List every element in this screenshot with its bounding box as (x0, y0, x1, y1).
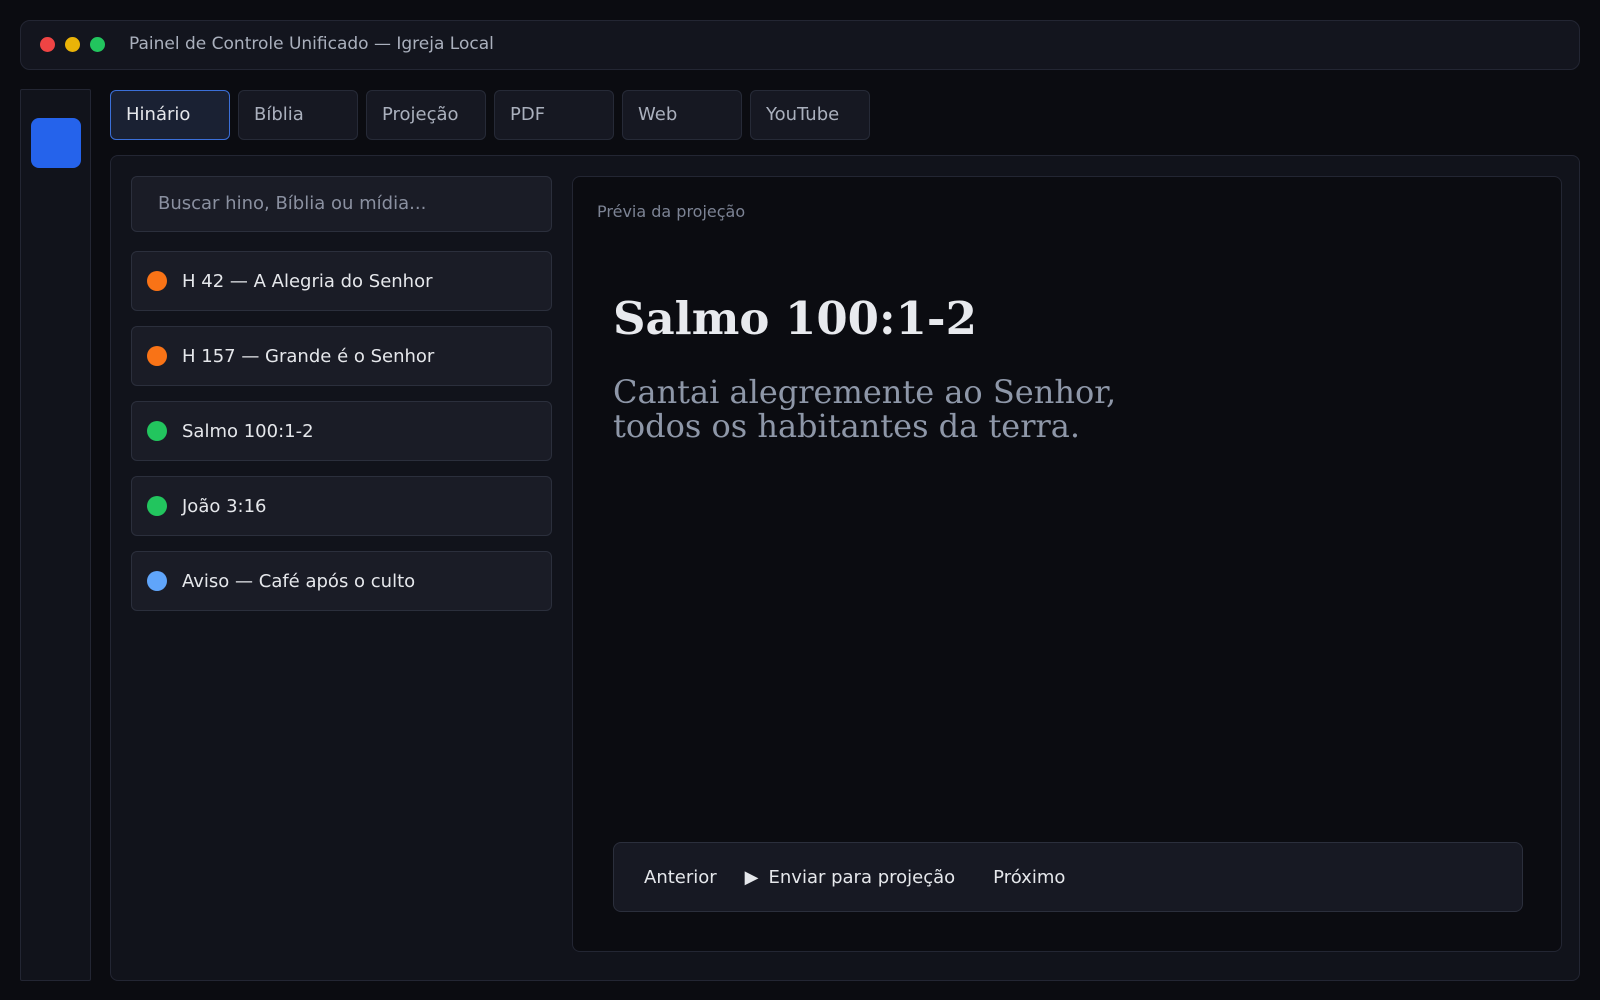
verse-title: Salmo 100:1-2 (613, 292, 977, 345)
sidebar-item-youtube[interactable] (31, 468, 81, 518)
playlist-item[interactable]: H 157 — Grande é o Senhor (131, 326, 552, 386)
playlist-item[interactable]: Aviso — Café após o culto (131, 551, 552, 611)
playlist-item[interactable]: João 3:16 (131, 476, 552, 536)
sidebar-item-projection[interactable] (31, 258, 81, 308)
sidebar-item-web[interactable] (31, 398, 81, 448)
playlist-item[interactable]: Salmo 100:1-2 (131, 401, 552, 461)
minimize-window-button[interactable] (65, 37, 80, 52)
status-dot (147, 571, 167, 591)
search-input[interactable]: Buscar hino, Bíblia ou mídia... (131, 176, 552, 232)
play-icon: ▶ (744, 866, 759, 888)
tab-biblia[interactable]: Bíblia (238, 90, 358, 140)
sidebar (20, 89, 91, 981)
tab-hinario[interactable]: Hinário (110, 90, 230, 140)
tab-projecao[interactable]: Projeção (366, 90, 486, 140)
close-window-button[interactable] (40, 37, 55, 52)
search-placeholder: Buscar hino, Bíblia ou mídia... (158, 193, 427, 214)
window-title: Painel de Controle Unificado — Igreja Lo… (129, 34, 494, 54)
preview-label: Prévia da projeção (597, 202, 746, 221)
tab-web[interactable]: Web (622, 90, 742, 140)
sidebar-item-hymnal[interactable] (31, 118, 81, 168)
status-dot (147, 421, 167, 441)
next-button[interactable]: Próximo (983, 867, 1065, 888)
projection-controls: Anterior ▶ Enviar para projeção Próximo (613, 842, 1523, 912)
projection-preview: Prévia da projeção Salmo 100:1-2 Cantai … (572, 176, 1562, 952)
send-to-projection-button[interactable]: ▶ Enviar para projeção (745, 867, 956, 888)
verse-line: todos os habitantes da terra. (613, 407, 1081, 445)
playlist-item-label: João 3:16 (182, 495, 267, 517)
tab-youtube[interactable]: YouTube (750, 90, 870, 140)
playlist-item-label: H 157 — Grande é o Senhor (182, 345, 435, 367)
send-label: Enviar para projeção (768, 866, 956, 888)
status-dot (147, 271, 167, 291)
playlist-item[interactable]: H 42 — A Alegria do Senhor (131, 251, 552, 311)
status-dot (147, 496, 167, 516)
previous-button[interactable]: Anterior (634, 867, 717, 888)
verse-line: Cantai alegremente ao Senhor, (613, 373, 1117, 411)
playlist-item-label: H 42 — A Alegria do Senhor (182, 270, 433, 292)
sidebar-item-bible[interactable] (31, 188, 81, 238)
previous-label: Anterior (644, 866, 717, 888)
main-panel: Buscar hino, Bíblia ou mídia... H 42 — A… (110, 155, 1580, 981)
next-label: Próximo (993, 866, 1066, 888)
sidebar-item-pdf[interactable] (31, 328, 81, 378)
tab-pdf[interactable]: PDF (494, 90, 614, 140)
maximize-window-button[interactable] (90, 37, 105, 52)
playlist-item-label: Salmo 100:1-2 (182, 420, 314, 442)
window-titlebar: Painel de Controle Unificado — Igreja Lo… (20, 20, 1580, 70)
playlist-item-label: Aviso — Café após o culto (182, 570, 416, 592)
status-dot (147, 346, 167, 366)
verse-text: Cantai alegremente ao Senhor, todos os h… (613, 375, 1313, 443)
